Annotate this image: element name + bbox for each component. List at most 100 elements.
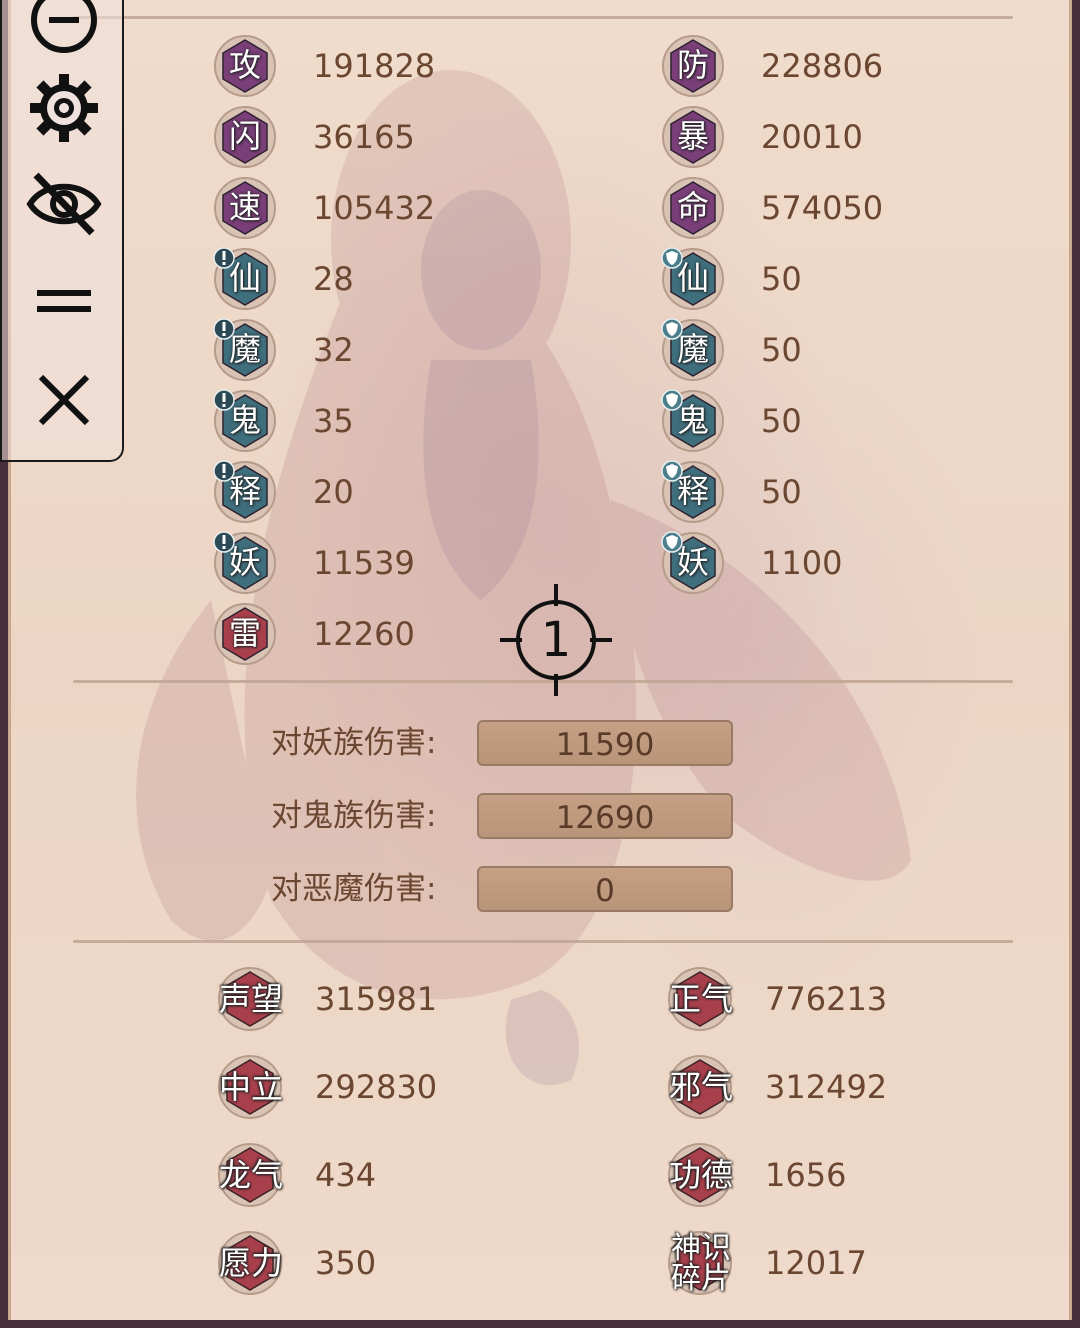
stat-icon: 闪: [213, 105, 277, 169]
alert-badge-icon: [213, 460, 235, 482]
stat-row: 鬼 50: [661, 389, 961, 453]
alert-badge-icon: [213, 318, 235, 340]
shield-badge-icon: [661, 318, 683, 340]
stat-icon-label: 速: [228, 188, 261, 226]
attribute-name: 功德: [668, 1156, 733, 1194]
stat-icon: 命: [661, 176, 725, 240]
stat-value: 28: [313, 260, 354, 298]
attribute-name: 中立: [218, 1068, 283, 1106]
stat-icon-label: 攻: [228, 46, 261, 84]
stat-icon-label: 雷: [228, 614, 261, 652]
attribute-value: 292830: [315, 1068, 438, 1106]
attribute-name: 愿力: [218, 1244, 283, 1282]
stat-icon-label: 命: [676, 188, 709, 226]
stat-icon: 防: [661, 34, 725, 98]
stat-value: 191828: [313, 47, 436, 85]
top-divider: [73, 16, 1013, 19]
stat-icon-label: 暴: [676, 117, 709, 155]
shield-badge-icon: [661, 389, 683, 411]
stat-icon-label: 防: [676, 46, 709, 84]
floating-toolbar: [0, 0, 124, 462]
stat-value: 50: [761, 260, 802, 298]
stat-value: 228806: [761, 47, 884, 85]
crosshair-marker[interactable]: 1: [500, 584, 612, 696]
minimize-button[interactable]: [22, 0, 106, 56]
stat-icon-label: 闪: [228, 117, 261, 155]
attribute-name: 声望: [218, 980, 283, 1018]
stat-row: 雷 12260: [213, 602, 513, 666]
stat-icon: 仙: [213, 247, 277, 311]
stat-icon: 仙: [661, 247, 725, 311]
stat-value: 50: [761, 402, 802, 440]
attribute-value: 434: [315, 1156, 377, 1194]
stat-row: 魔 50: [661, 318, 961, 382]
damage-label: 对妖族伤害:: [271, 725, 437, 761]
hide-button[interactable]: [22, 168, 106, 240]
stat-row: 命 574050: [661, 176, 961, 240]
stat-icon: 攻: [213, 34, 277, 98]
stat-icon: 魔: [661, 318, 725, 382]
stat-icon: 魔: [213, 318, 277, 382]
minimize-icon: [31, 0, 97, 53]
eye-off-icon: [26, 172, 102, 236]
stat-row: 魔 32: [213, 318, 513, 382]
close-button[interactable]: [22, 364, 106, 436]
stat-value: 12260: [313, 615, 415, 653]
damage-value-box: 0: [477, 866, 733, 912]
stat-value: 50: [761, 473, 802, 511]
attribute-row: 中立 292830: [215, 1054, 535, 1124]
crosshair-label: 1: [540, 612, 572, 668]
stat-value: 20: [313, 473, 354, 511]
stat-row: 仙 50: [661, 247, 961, 311]
stat-icon: 释: [661, 460, 725, 524]
stat-icon: 妖: [661, 531, 725, 595]
attribute-name: 龙气: [218, 1156, 283, 1194]
stat-row: 暴 20010: [661, 105, 961, 169]
stat-icon: 释: [213, 460, 277, 524]
attribute-value: 12017: [765, 1244, 867, 1282]
stat-icon: 暴: [661, 105, 725, 169]
attribute-value: 1656: [765, 1156, 847, 1194]
alert-badge-icon: [213, 389, 235, 411]
stat-value: 574050: [761, 189, 884, 227]
stat-value: 35: [313, 402, 354, 440]
attribute-name: 神识碎片: [671, 1231, 731, 1296]
stat-row: 妖 1100: [661, 531, 961, 595]
stat-row: 妖 11539: [213, 531, 513, 595]
stat-value: 105432: [313, 189, 436, 227]
damage-value-box: 12690: [477, 793, 733, 839]
stat-value: 1100: [761, 544, 843, 582]
attribute-row: 正气 776213: [665, 966, 985, 1036]
stat-icon: 鬼: [213, 389, 277, 453]
attribute-value: 312492: [765, 1068, 888, 1106]
attribute-value: 350: [315, 1244, 377, 1282]
attribute-row: 声望 315981: [215, 966, 535, 1036]
stat-icon: 鬼: [661, 389, 725, 453]
attribute-name: 正气: [668, 980, 733, 1018]
attribute-row: 愿力 350: [215, 1230, 535, 1300]
shield-badge-icon: [661, 531, 683, 553]
attribute-value: 776213: [765, 980, 888, 1018]
damage-divider: [73, 940, 1013, 943]
stat-value: 20010: [761, 118, 863, 156]
stat-row: 释 50: [661, 460, 961, 524]
settings-button[interactable]: [22, 72, 106, 144]
stat-icon: 雷: [213, 602, 277, 666]
attribute-value: 315981: [315, 980, 438, 1018]
attribute-row: 邪气 312492: [665, 1054, 985, 1124]
stat-value: 11539: [313, 544, 415, 582]
menu-button[interactable]: [22, 266, 106, 338]
gear-icon: [30, 74, 98, 142]
close-icon: [38, 374, 90, 426]
damage-label: 对恶魔伤害:: [271, 871, 437, 907]
stat-row: 攻 191828: [213, 34, 513, 98]
stat-row: 释 20: [213, 460, 513, 524]
attribute-row: 龙气 434: [215, 1142, 535, 1212]
stat-row: 速 105432: [213, 176, 513, 240]
attribute-name: 邪气: [668, 1068, 733, 1106]
damage-label: 对鬼族伤害:: [271, 798, 437, 834]
shield-badge-icon: [661, 247, 683, 269]
damage-value-box: 11590: [477, 720, 733, 766]
stat-icon: 速: [213, 176, 277, 240]
stat-row: 仙 28: [213, 247, 513, 311]
